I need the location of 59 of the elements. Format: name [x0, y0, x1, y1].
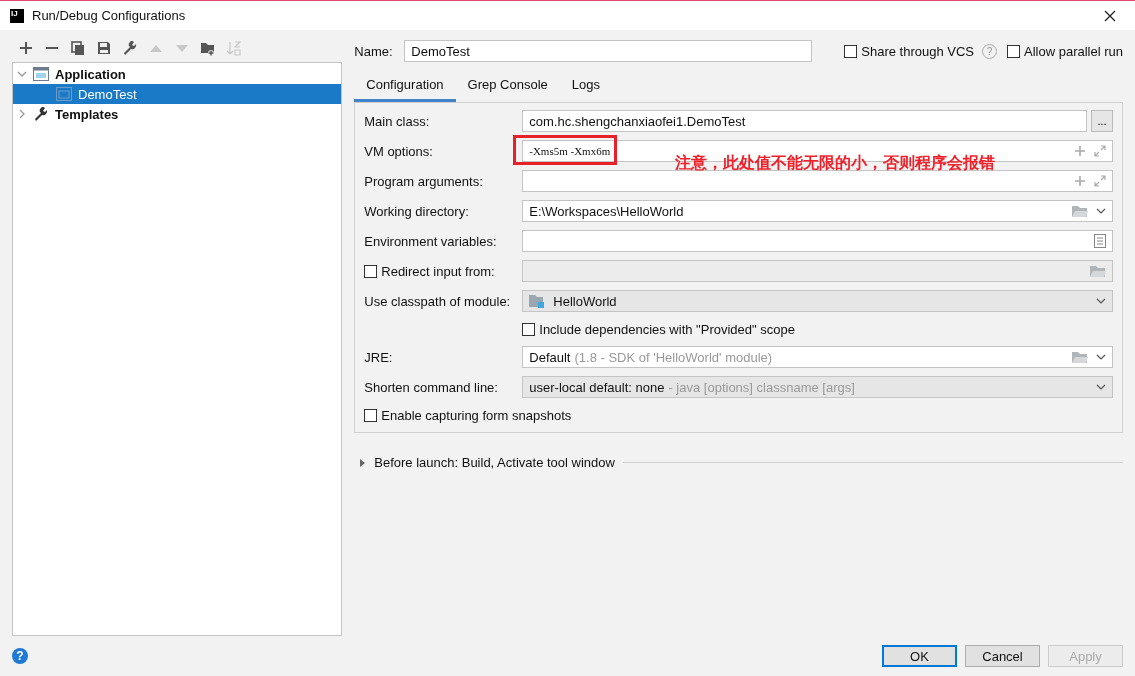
chevron-down-icon[interactable]	[1096, 298, 1106, 304]
input-field[interactable]: E:\Workspaces\HelloWorld	[522, 200, 1113, 222]
add-icon[interactable]	[18, 40, 34, 56]
help-icon[interactable]: ?	[12, 648, 28, 664]
window-icon	[56, 87, 72, 101]
dropdown[interactable]: HelloWorld	[522, 290, 1113, 312]
dialog-button[interactable]: OK	[882, 645, 957, 667]
checkbox[interactable]: Include dependencies with "Provided" scope	[522, 321, 795, 337]
field-value: E:\Workspaces\HelloWorld	[529, 203, 684, 219]
share-checkbox[interactable]: Share through VCS	[844, 43, 974, 59]
name-field[interactable]: DemoTest	[404, 40, 813, 62]
dialog-button[interactable]: Cancel	[965, 645, 1040, 667]
expand-arrow-icon[interactable]	[358, 457, 367, 468]
tab[interactable]: Configuration	[354, 73, 456, 102]
field-value: -Xms5m -Xmx6m	[529, 145, 611, 157]
wrench-icon	[33, 106, 49, 122]
browse-button[interactable]: ...	[1091, 110, 1113, 132]
field-label: Use classpath of module:	[364, 293, 512, 309]
input-field[interactable]: com.hc.shengchanxiaofei1.DemoTest	[522, 110, 1087, 132]
document-icon[interactable]	[1094, 234, 1106, 248]
field-value: HelloWorld	[553, 293, 617, 309]
close-icon[interactable]	[1103, 8, 1117, 23]
chevron-right-icon[interactable]	[17, 109, 27, 119]
input-field[interactable]: Default (1.8 - SDK of 'HelloWorld' module)	[522, 346, 1113, 368]
field-label: Working directory:	[364, 203, 470, 219]
tree-item[interactable]: Application	[13, 64, 342, 84]
wrench-icon[interactable]	[122, 40, 138, 56]
field-value: Default	[529, 349, 571, 365]
chevron-down-icon[interactable]	[1096, 354, 1106, 360]
tab[interactable]: Logs	[559, 73, 612, 102]
window-icon	[33, 67, 49, 81]
name-label: Name:	[354, 43, 394, 59]
field-label: Program arguments:	[364, 173, 484, 189]
input-field[interactable]	[522, 230, 1113, 252]
chevron-down-icon[interactable]	[1096, 384, 1106, 390]
tab[interactable]: Grep Console	[455, 73, 560, 102]
checkbox[interactable]: Redirect input from:	[364, 263, 523, 279]
tree-item[interactable]: Templates	[13, 104, 342, 124]
expand-icon[interactable]	[1094, 175, 1106, 187]
tree-item[interactable]: DemoTest	[13, 84, 342, 104]
field-label: VM options:	[364, 143, 434, 159]
field-label: Main class:	[364, 113, 431, 129]
parallel-checkbox[interactable]: Allow parallel run	[1007, 43, 1123, 59]
checkbox[interactable]: Enable capturing form snapshots	[364, 407, 572, 423]
field-value: com.hc.shengchanxiaofei1.DemoTest	[529, 113, 746, 129]
copy-icon[interactable]	[70, 40, 86, 56]
folder-icon[interactable]	[200, 40, 216, 56]
field-label: JRE:	[364, 349, 394, 365]
field-label: Shorten command line:	[364, 379, 499, 395]
dropdown[interactable]: user-local default: none - java [options] classname [args]	[522, 376, 1113, 398]
window-title: Run/Debug Configurations	[32, 8, 187, 23]
chevron-down-icon[interactable]	[1096, 208, 1106, 214]
expand-icon[interactable]	[1094, 145, 1106, 157]
input-field[interactable]	[522, 170, 1113, 192]
field-value: user-local default: none	[529, 379, 665, 395]
save-icon[interactable]	[96, 40, 112, 56]
field-label: Environment variables:	[364, 233, 498, 249]
app-logo: IJ	[10, 8, 24, 23]
before-launch-section[interactable]: Before launch: Build, Activate tool window	[354, 455, 1123, 470]
